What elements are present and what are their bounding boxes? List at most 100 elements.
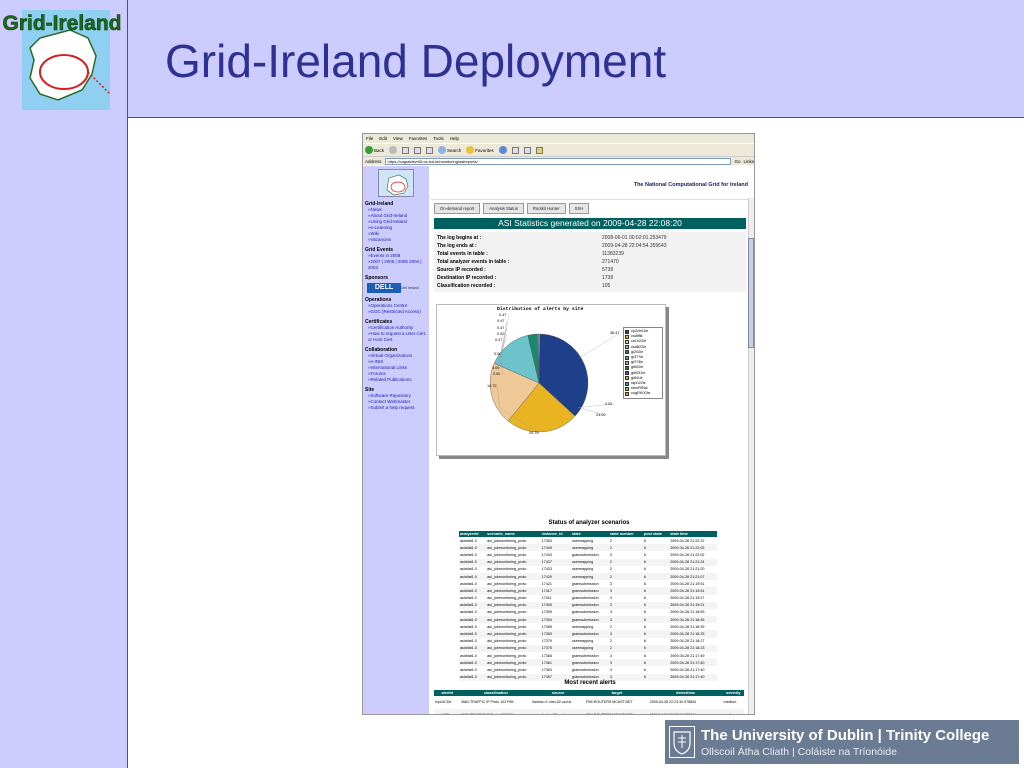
scenario-row: asicttat1.0 asi_jobmonitoring_proto 17433 u… [459, 566, 717, 573]
search-button[interactable]: Search [438, 146, 461, 154]
tab-ssh[interactable]: SSH [568, 203, 590, 214]
nav-link[interactable]: 2007 | 2006 | 2005 2004 | 2003 [365, 259, 429, 271]
table-cell: asicttat1.0 [460, 581, 477, 586]
table-cell: 6 [642, 659, 670, 667]
table-cell: asi_jobmonitoring_proto [487, 639, 527, 644]
logo-text: Grid-Ireland [2, 12, 121, 35]
table-cell: 17365 [541, 653, 552, 658]
table-cell: 2009-04-28 21:19:51 [669, 587, 717, 595]
table-cell: usermapping [571, 639, 594, 644]
nav-section: Sponsors DELL Dell Ireland [365, 275, 429, 293]
table-cell: asi_jobmonitoring_proto [486, 644, 541, 652]
footer-university-name: The University of Dublin | Trinity Colle… [701, 726, 990, 744]
table-cell: 17379 [541, 639, 552, 644]
nav-link[interactable]: Related Publications [365, 377, 429, 383]
table-cell: 6 [643, 653, 646, 658]
menu-favorites[interactable]: Favorites [409, 136, 428, 141]
forward-arrow-icon[interactable] [389, 146, 398, 154]
nav-link[interactable]: Submit a help request [365, 405, 429, 411]
table-cell: ioxie-r1-vlan-52.ucd.ie [531, 709, 586, 714]
alert-row: mycUCDe BAD-TRAFFIC IP Proto 103 PIM ilant… [434, 696, 744, 709]
tab-on-demand-report[interactable]: On-demand report [434, 203, 481, 214]
go-button[interactable]: Go [734, 159, 740, 164]
home-icon[interactable] [426, 146, 434, 154]
menu-help[interactable]: Help [450, 136, 459, 141]
media-icon[interactable] [498, 146, 507, 154]
tab-analysis-status[interactable]: Analysis Status [483, 203, 524, 214]
favorites-button[interactable]: Favorites [466, 146, 494, 154]
table-cell: asicttat1.0 [460, 610, 477, 615]
slide-title: Grid-Ireland Deployment [165, 35, 667, 87]
stop-icon[interactable] [402, 146, 410, 154]
table-cell: asicttat1.0 [459, 587, 487, 595]
table-cell: asicttat1.0 [460, 538, 477, 543]
menu-view[interactable]: View [393, 136, 403, 141]
stat-row: Destination IP recorded : 1738 [437, 274, 743, 282]
table-cell: usermapping [570, 558, 609, 566]
legend-swatch [625, 392, 629, 397]
scenario-row: asicttat1.0 asi_jobmonitoring_proto 17375 u… [459, 644, 717, 652]
nav-link[interactable]: How to request a User Cert. or Host Cert… [365, 331, 429, 343]
table-cell: asicttat1.0 [459, 616, 487, 624]
table-cell: usermapping [570, 572, 609, 581]
table-cell: 3 [608, 659, 643, 667]
print-icon[interactable] [523, 146, 531, 154]
back-button[interactable]: Back [365, 146, 384, 154]
table-cell: usermapping [571, 567, 594, 572]
menu-tools[interactable]: Tools [433, 136, 444, 141]
table-cell: asicttat1.0 [460, 552, 477, 557]
stat-row: The log ends at : 2009-04-28 22:04:54.359… [437, 242, 743, 250]
table-cell: asicttat1.0 [459, 630, 487, 638]
side-band [0, 0, 128, 768]
nav-link[interactable]: Vacancies [365, 237, 429, 243]
menu-file[interactable]: File [366, 136, 373, 141]
table-cell: 17405 [540, 601, 571, 609]
table-cell: asicttat1.0 [459, 601, 487, 609]
alerts-table: alertid classification source target detectt… [434, 690, 744, 714]
table-cell: 6 [643, 538, 646, 543]
nav-sections: Grid-IrelandNewsAbout Grid-IrelandUsing … [363, 201, 429, 411]
table-cell: 17411 [541, 596, 552, 601]
links-button[interactable]: Links [743, 159, 754, 164]
scenario-row: asicttat1.0 asi_jobmonitoring_proto 17389 u… [459, 623, 717, 630]
dell-logo[interactable]: DELL [367, 283, 401, 293]
table-cell: 6 [643, 610, 646, 615]
table-cell: 6 [643, 639, 646, 644]
slice-value-label: 0.47 [497, 326, 504, 330]
slice-value-label: 24.00 [596, 413, 606, 417]
address-input[interactable]: https://cagraidsvr06.cs.tcd.ie/monitorin… [384, 157, 732, 165]
search-icon [438, 146, 447, 154]
refresh-icon[interactable] [414, 146, 422, 154]
scenario-row: asicttat1.0 asi_jobmonitoring_proto 17411 g… [459, 595, 717, 602]
table-cell: asicttat1.0 [460, 596, 477, 601]
table-cell: 3 [609, 552, 612, 557]
table-cell: 2009-04-28 21:19:21 [669, 601, 717, 609]
table-cell: BAD-TRAFFIC IP Proto 103 PIM [460, 709, 532, 714]
table-cell: asicttat1.0 [459, 659, 487, 667]
mail-icon[interactable] [511, 146, 519, 154]
vertical-scrollbar[interactable] [748, 198, 754, 714]
table-cell: 17389 [541, 624, 552, 629]
scroll-thumb[interactable] [748, 238, 754, 348]
ireland-map-icon [386, 174, 409, 196]
scenario-row: asicttat1.0 asi_jobmonitoring_proto 17417 g… [459, 587, 717, 595]
table-cell: gramsubmission [570, 601, 609, 609]
table-cell: asi_jobmonitoring_proto [487, 653, 527, 658]
table-cell: mycUCDe [434, 709, 461, 714]
table-cell: 6 [643, 581, 646, 586]
legend-swatch [625, 329, 629, 334]
address-label: Address [365, 158, 382, 164]
nav-link[interactable]: GOC (Restricted Access) [365, 309, 429, 315]
table-cell: 2 [609, 624, 612, 629]
table-cell: 2009-04-28 21:17:40 [669, 659, 717, 667]
tab-rootkit-hunter[interactable]: Rootkit Hunter [526, 203, 566, 214]
table-cell: asicttat1.0 [459, 644, 487, 652]
table-cell: 2009-04-28 21:22:12 [670, 538, 705, 543]
table-cell: 2009-04-28 21:18:45 [669, 616, 717, 624]
menu-edit[interactable]: Edit [379, 136, 387, 141]
folder-icon[interactable] [535, 146, 543, 154]
site-logo[interactable] [378, 169, 414, 197]
leader-line [578, 332, 621, 359]
table-cell: asi_jobmonitoring_proto [486, 587, 541, 595]
legend-swatch [625, 334, 629, 339]
